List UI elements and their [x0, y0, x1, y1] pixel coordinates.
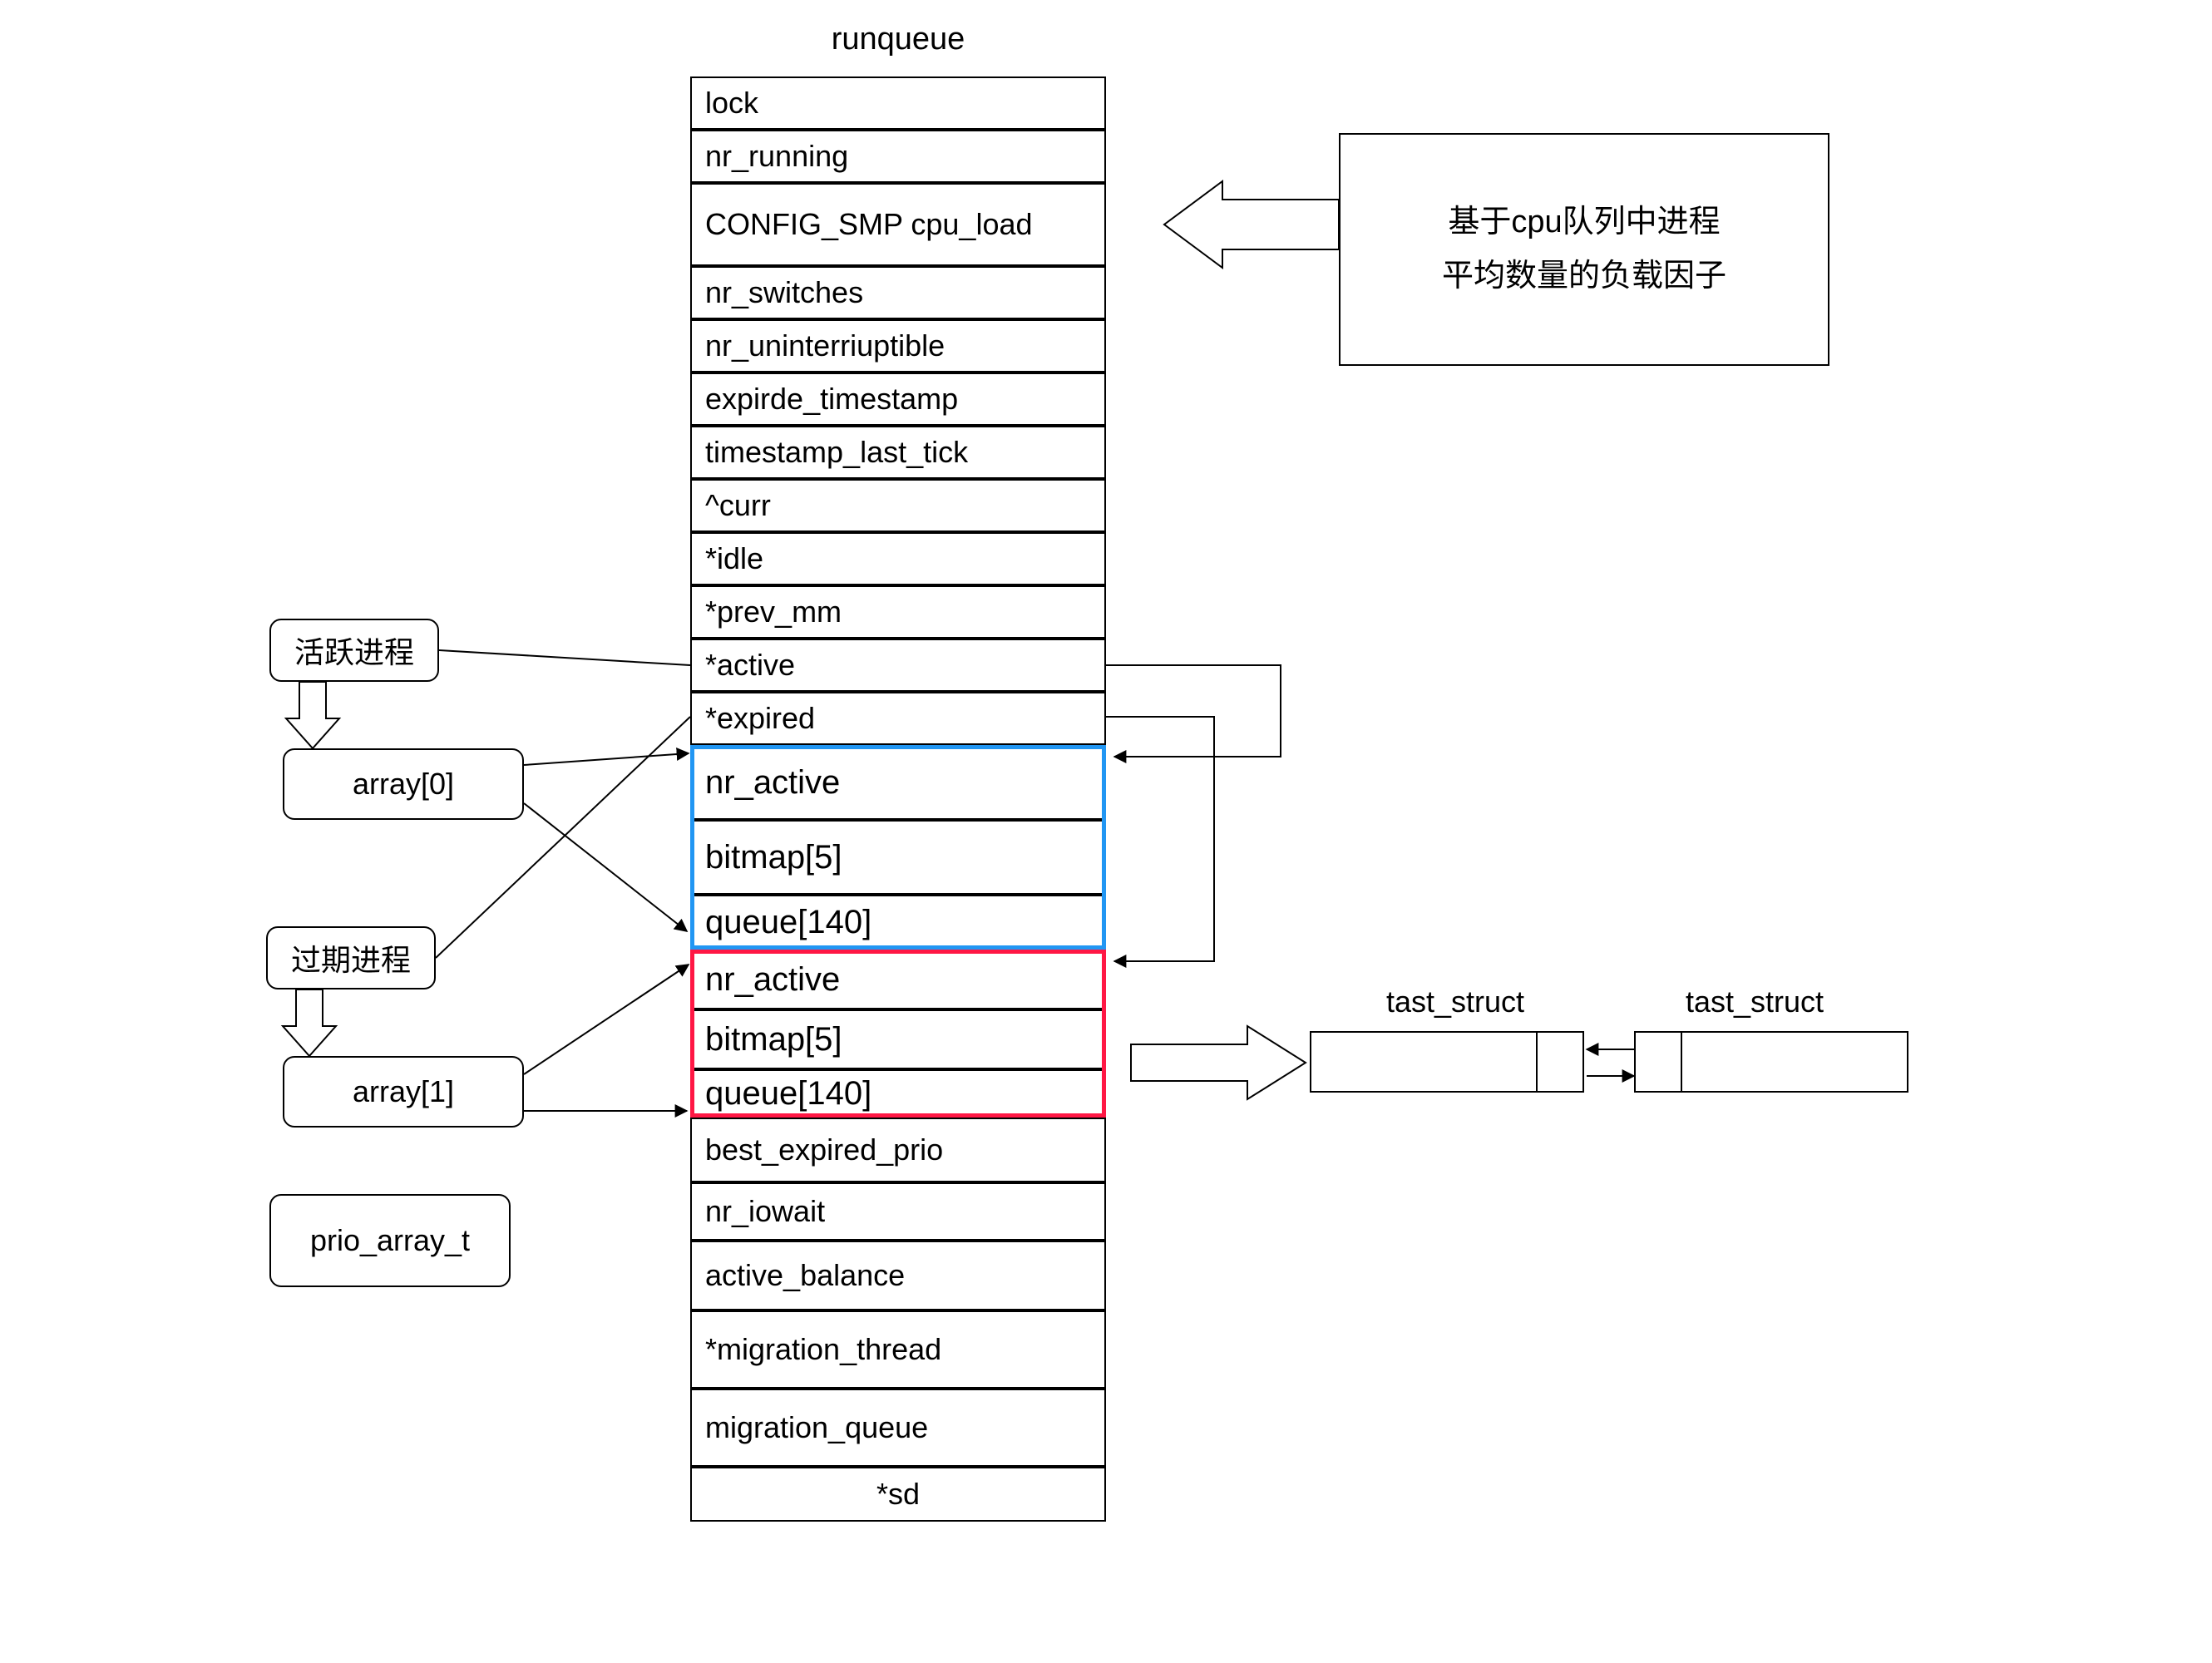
task-struct-a-box: [1310, 1031, 1584, 1093]
rq-nr-iowait: nr_iowait: [690, 1182, 1106, 1241]
line-array0-to-queue: [524, 803, 687, 931]
ptr-active-loop: [1106, 665, 1281, 757]
task-struct-b-label: tast_struct: [1647, 981, 1863, 1023]
arrow-expired-proc-to-array1: [283, 989, 336, 1056]
arr0-queue: queue[140]: [690, 895, 1106, 950]
task-struct-a-label: tast_struct: [1347, 981, 1563, 1023]
line-array0-to-nr-active: [524, 753, 689, 765]
rq-migration-queue: migration_queue: [690, 1389, 1106, 1467]
rq-active-ptr: *active: [690, 639, 1106, 692]
line-active-proc-to-active-ptr: [439, 650, 690, 665]
arr1-queue: queue[140]: [690, 1069, 1106, 1118]
label-prio-array-t: prio_array_t: [269, 1194, 511, 1287]
rq-curr: ^curr: [690, 479, 1106, 532]
arr1-bitmap: bitmap[5]: [690, 1009, 1106, 1069]
label-expired-proc: 过期进程: [266, 926, 436, 989]
task-struct-b-box: [1634, 1031, 1908, 1093]
line-array1-to-nr-active: [524, 965, 689, 1074]
label-active-proc: 活跃进程: [269, 619, 439, 682]
arrow-note-to-cpu-load: [1164, 181, 1339, 268]
rq-lock: lock: [690, 76, 1106, 130]
rq-nr-switches: nr_switches: [690, 266, 1106, 319]
arr0-nr-active: nr_active: [690, 745, 1106, 820]
rq-best-expired-prio: best_expired_prio: [690, 1118, 1106, 1182]
rq-nr-running: nr_running: [690, 130, 1106, 183]
rq-timestamp-last-tick: timestamp_last_tick: [690, 426, 1106, 479]
cpu-load-note: 基于cpu队列中进程 平均数量的负载因子: [1339, 133, 1829, 366]
rq-migration-thread: *migration_thread: [690, 1310, 1106, 1389]
arrow-active-proc-to-array0: [286, 682, 339, 748]
rq-nr-uninterruptible: nr_uninterriuptible: [690, 319, 1106, 373]
arr1-nr-active: nr_active: [690, 950, 1106, 1009]
arrow-queue-to-task: [1131, 1026, 1306, 1099]
rq-idle: *idle: [690, 532, 1106, 585]
rq-expired-ptr: *expired: [690, 692, 1106, 745]
arr0-bitmap: bitmap[5]: [690, 820, 1106, 895]
connector-layer: [0, 0, 2212, 1663]
rq-prev-mm: *prev_mm: [690, 585, 1106, 639]
rq-sd: *sd: [690, 1467, 1106, 1522]
rq-config-smp-cpu-load: CONFIG_SMP cpu_load: [690, 183, 1106, 266]
runqueue-title: runqueue: [682, 18, 1114, 60]
rq-active-balance: active_balance: [690, 1241, 1106, 1310]
note-line1: 基于cpu队列中进程: [1448, 195, 1720, 249]
label-array1: array[1]: [283, 1056, 524, 1128]
ptr-expired-loop: [1106, 717, 1214, 961]
note-line2: 平均数量的负载因子: [1442, 249, 1726, 303]
rq-expired-timestamp: expirde_timestamp: [690, 373, 1106, 426]
label-array0: array[0]: [283, 748, 524, 820]
